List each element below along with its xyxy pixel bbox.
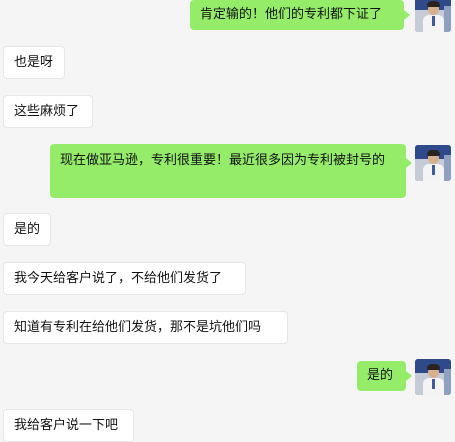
message-bubble[interactable]: 肯定输的！他们的专利都下证了	[190, 0, 404, 30]
message-bubble[interactable]: 这些麻烦了	[3, 95, 93, 128]
user-avatar-icon[interactable]	[415, 145, 451, 181]
bubble-tail	[406, 371, 412, 381]
message-bubble[interactable]: 是的	[357, 361, 406, 391]
message-bubble[interactable]: 也是呀	[3, 46, 65, 79]
bubble-tail	[404, 10, 410, 20]
message-bubble[interactable]: 是的	[3, 213, 51, 246]
message-bubble[interactable]: 我给客户说一下吧	[3, 409, 134, 442]
user-avatar-icon[interactable]	[415, 0, 451, 32]
message-bubble[interactable]: 知道有专利在给他们发货，那不是坑他们吗	[3, 311, 288, 344]
message-bubble[interactable]: 现在做亚马逊，专利很重要！最近很多因为专利被封号的	[50, 144, 406, 198]
bubble-tail	[406, 158, 412, 168]
message-bubble[interactable]: 我今天给客户说了，不给他们发货了	[3, 262, 246, 295]
chat-message-list[interactable]: 肯定输的！他们的专利都下证了 也是呀 这些麻烦了 现在做亚马逊，专利很重要！最近…	[0, 0, 455, 442]
user-avatar-icon[interactable]	[415, 359, 451, 395]
